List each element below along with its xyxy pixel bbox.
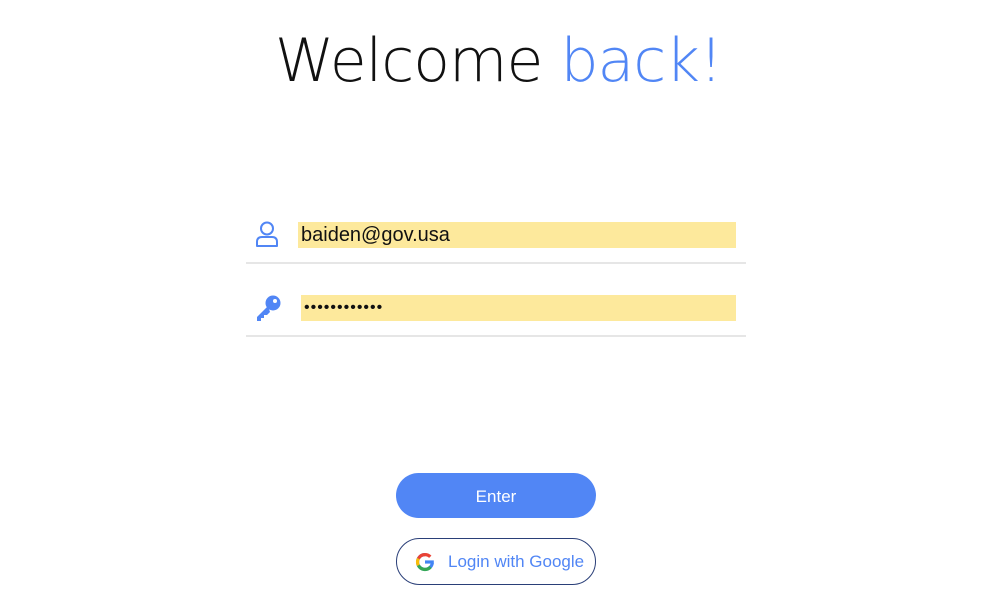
google-login-label: Login with Google (448, 552, 585, 571)
user-icon (254, 220, 282, 248)
google-login-button[interactable]: Login with Google (396, 538, 596, 585)
password-input[interactable] (301, 295, 736, 321)
email-field-row (246, 218, 746, 264)
key-icon (254, 293, 282, 321)
title-welcome: Welcome (274, 26, 561, 96)
password-field-row (246, 291, 746, 337)
title-back: back! (560, 26, 723, 96)
google-logo-icon (413, 550, 437, 574)
enter-button[interactable]: Enter (396, 473, 596, 518)
page-title: Welcome back! (0, 22, 997, 100)
email-input[interactable] (298, 222, 736, 248)
